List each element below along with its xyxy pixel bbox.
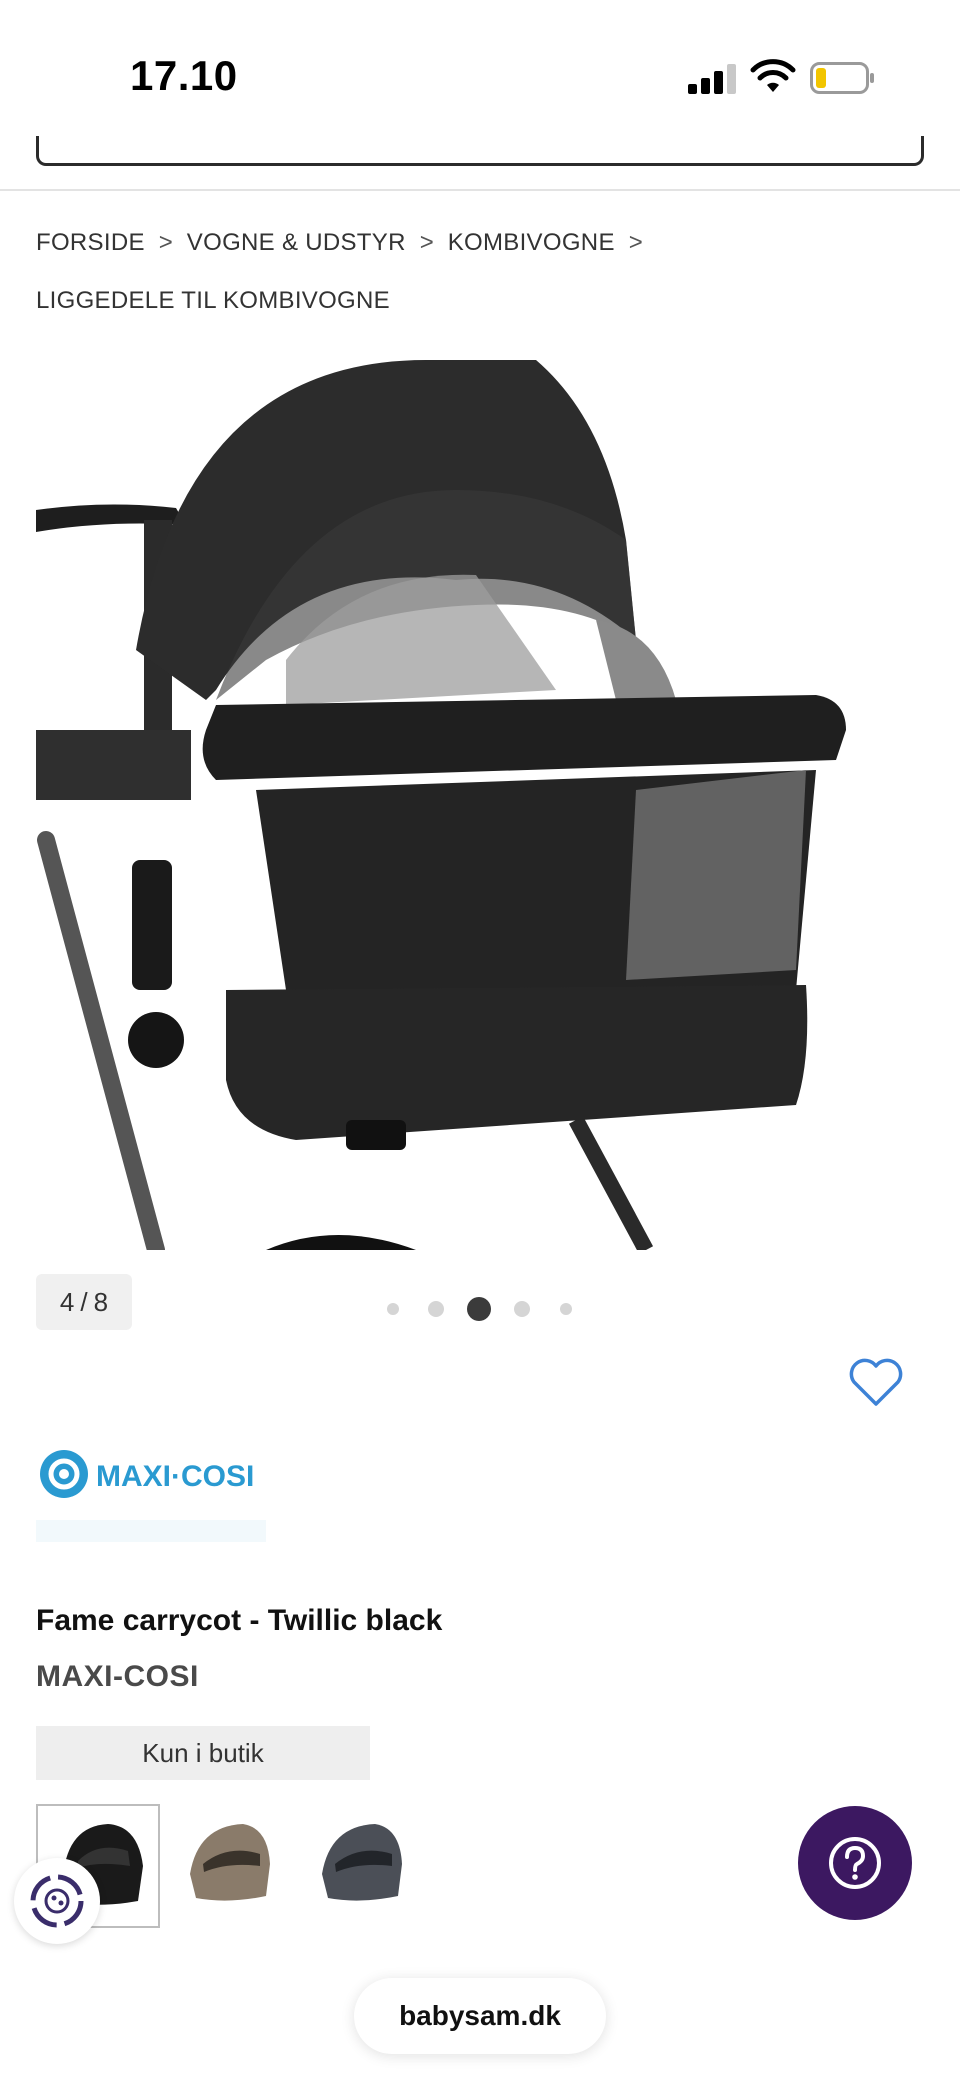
search-bar[interactable] <box>36 136 924 166</box>
gallery-dot[interactable] <box>560 1303 572 1315</box>
cookie-settings-button[interactable] <box>14 1858 100 1944</box>
status-bar: 17.10 <box>0 0 960 140</box>
header-divider <box>0 189 960 191</box>
variant-swatch-grey[interactable] <box>300 1804 424 1928</box>
status-time: 17.10 <box>130 52 238 99</box>
question-mark-icon <box>829 1837 881 1889</box>
cookie-icon <box>30 1874 84 1928</box>
variant-swatch-beige[interactable] <box>168 1804 292 1928</box>
breadcrumb-separator: > <box>158 229 173 256</box>
svg-text:MAXI·COSI: MAXI·COSI <box>96 1460 254 1493</box>
product-brand[interactable]: MAXI-COSI <box>36 1660 199 1694</box>
gallery-dot[interactable] <box>514 1301 530 1317</box>
breadcrumb-separator: > <box>628 229 643 256</box>
battery-icon <box>810 62 874 94</box>
heart-icon[interactable] <box>848 1358 904 1408</box>
gallery-current: 4 <box>59 1286 75 1317</box>
help-button[interactable] <box>798 1806 912 1920</box>
browser-url-bar[interactable]: babysam.dk <box>354 1978 606 2054</box>
availability-badge: Kun i butik <box>36 1726 370 1780</box>
cellular-signal-icon <box>688 62 736 94</box>
gallery-dot[interactable] <box>387 1303 399 1315</box>
breadcrumb-prams[interactable]: VOGNE & UDSTYR <box>187 214 406 272</box>
breadcrumb-home[interactable]: FORSIDE <box>36 214 145 272</box>
wifi-icon <box>750 59 796 92</box>
gallery-separator: / <box>80 1286 88 1317</box>
brand-logo[interactable]: MAXI·COSI <box>36 1440 286 1550</box>
gallery-dot[interactable] <box>428 1301 444 1317</box>
breadcrumb-combi-prams[interactable]: KOMBIVOGNE <box>448 214 615 272</box>
product-title: Fame carrycot - Twillic black <box>36 1604 443 1637</box>
gallery-counter: 4 / 8 <box>36 1274 132 1330</box>
product-image[interactable] <box>36 360 924 1250</box>
breadcrumb: FORSIDE > VOGNE & UDSTYR > KOMBIVOGNE > LIGGE… <box>36 214 926 330</box>
gallery-dot-active[interactable] <box>467 1297 491 1321</box>
breadcrumb-carrycots[interactable]: LIGGEDELE TIL KOMBIVOGNE <box>36 272 390 330</box>
gallery-total: 8 <box>93 1286 109 1317</box>
breadcrumb-separator: > <box>419 229 434 256</box>
